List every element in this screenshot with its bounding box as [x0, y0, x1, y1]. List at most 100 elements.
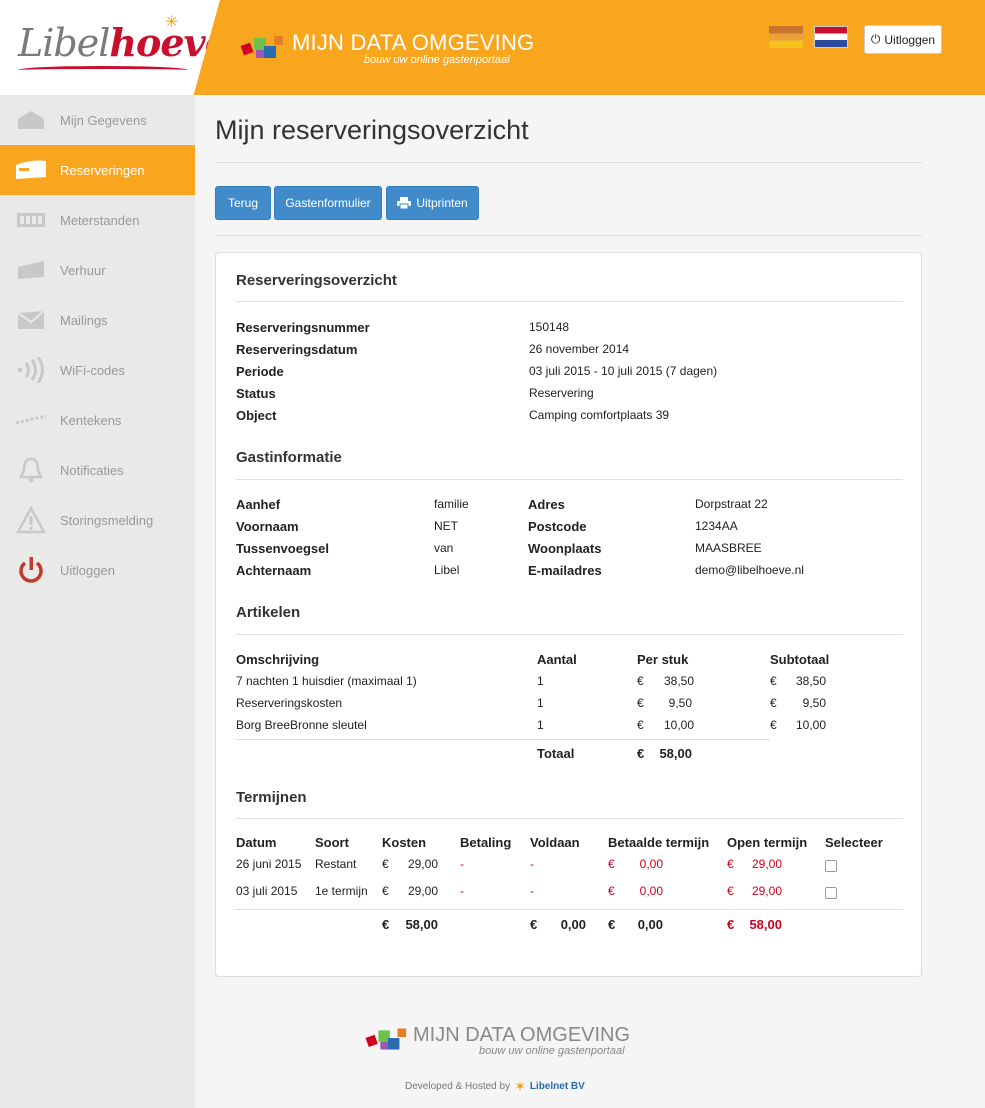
- sidebar-item-verhuur[interactable]: Verhuur: [0, 245, 195, 295]
- term-cost: 29,00: [407, 857, 438, 871]
- articles-total-label: Totaal: [537, 746, 575, 761]
- brand-subtitle: bouw uw online gastenportaal: [364, 54, 510, 66]
- terms-total-paid: 0,00: [560, 917, 586, 932]
- article-desc: Reserveringskosten: [236, 696, 343, 710]
- terms-total-cost: 58,00: [405, 917, 438, 932]
- currency-symbol: €: [637, 746, 645, 761]
- overview-value: Camping comfortplaats 39: [529, 408, 670, 422]
- terms-header-type: Soort: [315, 835, 349, 850]
- articles-title: Artikelen: [236, 604, 301, 621]
- terms-header-open-terms: Open termijn: [727, 835, 808, 850]
- logout-label: Uitloggen: [884, 32, 936, 47]
- developer-credit: Developed & Hosted by ✶ Libelnet BV: [405, 1078, 585, 1095]
- overview-label: Object: [236, 408, 277, 423]
- libelhoeve-logo: Libelhoeve: [18, 20, 228, 65]
- logo-area[interactable]: Libelhoeve ✳: [0, 0, 220, 95]
- currency-symbol: €: [608, 884, 615, 898]
- articles-header-qty: Aantal: [537, 652, 577, 667]
- divider: [236, 739, 770, 740]
- currency-symbol: €: [608, 917, 616, 932]
- sidebar-item-notificaties[interactable]: Notificaties: [0, 445, 195, 495]
- sidebar-item-label: Reserveringen: [60, 162, 145, 178]
- meter-icon: [15, 205, 47, 235]
- currency-symbol: €: [770, 718, 777, 732]
- terms-header-payment: Betaling: [460, 835, 512, 850]
- bell-icon: [15, 455, 47, 485]
- articles-header-desc: Omschrijving: [236, 652, 320, 667]
- currency-symbol: €: [727, 917, 735, 932]
- term-paid-terms: 0,00: [639, 857, 663, 871]
- article-sub: 10,00: [796, 718, 827, 732]
- term-select-checkbox[interactable]: [825, 887, 837, 899]
- guest-value: MAASBREE: [695, 541, 762, 555]
- sidebar-item-mailings[interactable]: Mailings: [0, 295, 195, 345]
- guest-label: Postcode: [528, 519, 587, 534]
- sidebar-item-label: Verhuur: [60, 262, 106, 278]
- guest-value: demo@libelhoeve.nl: [695, 563, 804, 577]
- currency-symbol: €: [530, 917, 538, 932]
- guest-label: Achternaam: [236, 563, 312, 578]
- currency-symbol: €: [727, 857, 734, 871]
- reservation-panel: Reserveringsoverzicht Reserveringsnummer…: [215, 252, 922, 977]
- sidebar-item-label: Uitloggen: [60, 562, 115, 578]
- power-icon: [15, 555, 47, 585]
- terms-total-open-terms: 58,00: [749, 917, 782, 932]
- flag-nl-icon[interactable]: [814, 26, 848, 48]
- overview-value: 26 november 2014: [529, 342, 630, 356]
- term-date: 03 juli 2015: [236, 884, 298, 898]
- footer-brand-title: MIJN DATA OMGEVING: [413, 1024, 631, 1046]
- guest-value: Dorpstraat 22: [695, 497, 768, 511]
- currency-symbol: €: [637, 696, 644, 710]
- article-desc: Borg BreeBronne sleutel: [236, 718, 367, 732]
- divider: [236, 301, 903, 302]
- terms-total-paid-terms: 0,00: [637, 917, 663, 932]
- overview-value: Reservering: [529, 386, 594, 400]
- sidebar: Mijn Gegevens Reserveringen Meterstanden…: [0, 95, 195, 1108]
- sidebar-item-wifi-codes[interactable]: WiFi-codes: [0, 345, 195, 395]
- sidebar-item-kentekens[interactable]: Kentekens: [0, 395, 195, 445]
- header: Libelhoeve ✳ MIJN DATA OMGEVING bouw uw …: [0, 0, 985, 95]
- print-button[interactable]: Uitprinten: [386, 186, 479, 220]
- article-sub: 9,50: [802, 696, 826, 710]
- sidebar-item-mijn-gegevens[interactable]: Mijn Gegevens: [0, 95, 195, 145]
- sidebar-item-label: Mijn Gegevens: [60, 112, 147, 128]
- term-paid: -: [530, 857, 534, 871]
- currency-symbol: €: [770, 674, 777, 688]
- guest-label: Adres: [528, 497, 565, 512]
- libelnet-logo-icon: ✶: [514, 1078, 526, 1094]
- logout-button[interactable]: ⏻ Uitloggen: [864, 25, 942, 54]
- warning-icon: [15, 505, 47, 535]
- sidebar-item-label: WiFi-codes: [60, 362, 126, 378]
- flag-de-icon[interactable]: [769, 26, 803, 48]
- terms-title: Termijnen: [236, 789, 307, 806]
- sidebar-item-label: Meterstanden: [60, 212, 140, 228]
- currency-symbol: €: [608, 857, 615, 871]
- currency-symbol: €: [382, 857, 389, 871]
- article-unit: 38,50: [664, 674, 695, 688]
- footer-brand-subtitle: bouw uw online gastenportaal: [479, 1045, 625, 1057]
- term-open-terms: 29,00: [751, 884, 782, 898]
- currency-symbol: €: [637, 674, 644, 688]
- power-icon: ⏻: [870, 32, 881, 46]
- guest-value: van: [434, 541, 454, 555]
- term-cost: 29,00: [407, 884, 438, 898]
- company-link[interactable]: Libelnet BV: [530, 1081, 585, 1092]
- term-select-checkbox[interactable]: [825, 860, 837, 872]
- brand-title: MIJN DATA OMGEVING: [292, 30, 535, 55]
- divider: [236, 818, 903, 819]
- currency-symbol: €: [637, 718, 644, 732]
- article-qty: 1: [537, 696, 544, 710]
- currency-symbol: €: [770, 696, 777, 710]
- sidebar-item-storingsmelding[interactable]: Storingsmelding: [0, 495, 195, 545]
- footer-brand: MIJN DATA OMGEVING bouw uw online gasten…: [365, 1022, 630, 1062]
- sidebar-item-meterstanden[interactable]: Meterstanden: [0, 195, 195, 245]
- guest-label: Voornaam: [236, 519, 299, 534]
- guest-label: E-mailadres: [528, 563, 602, 578]
- overview-value: 150148: [529, 320, 570, 334]
- print-label: Uitprinten: [416, 196, 468, 210]
- sidebar-item-uitloggen[interactable]: Uitloggen: [0, 545, 195, 595]
- sidebar-item-reserveringen[interactable]: Reserveringen: [0, 145, 195, 195]
- guestform-button[interactable]: Gastenformulier: [274, 186, 382, 220]
- back-button[interactable]: Terug: [215, 186, 271, 220]
- logo-swoosh: [18, 66, 188, 74]
